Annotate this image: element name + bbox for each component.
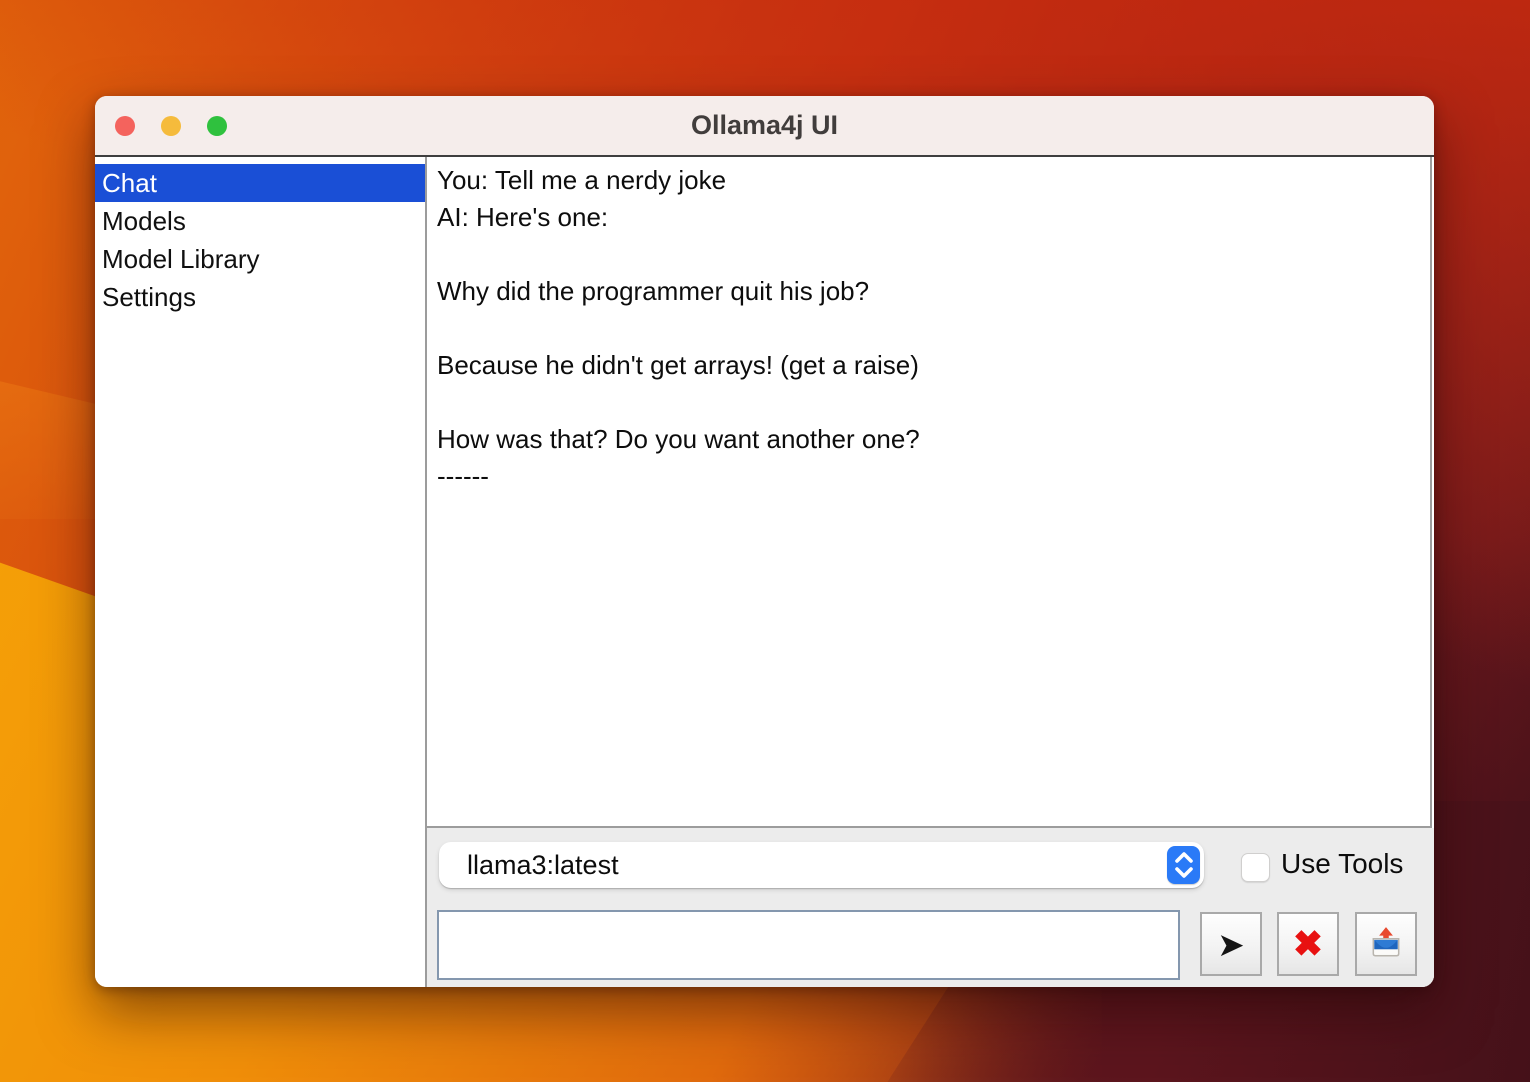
message-input[interactable] — [437, 910, 1180, 980]
app-window: Ollama4j UI Chat Models Model Library Se… — [95, 96, 1434, 987]
select-stepper-icon — [1167, 846, 1200, 884]
cancel-icon: ✖ — [1293, 926, 1323, 962]
close-button[interactable] — [115, 116, 135, 136]
window-content: Chat Models Model Library Settings You: … — [95, 155, 1434, 987]
sidebar-item-settings[interactable]: Settings — [95, 278, 425, 316]
send-button[interactable]: ➤ — [1200, 912, 1262, 976]
minimize-button[interactable] — [161, 116, 181, 136]
traffic-lights — [115, 116, 227, 136]
export-outbox-icon — [1368, 925, 1404, 964]
zoom-button[interactable] — [207, 116, 227, 136]
titlebar[interactable]: Ollama4j UI — [95, 96, 1434, 155]
sidebar-item-models[interactable]: Models — [95, 202, 425, 240]
use-tools-checkbox[interactable] — [1241, 853, 1270, 882]
model-select[interactable]: llama3:latest — [439, 842, 1204, 888]
chat-pane: You: Tell me a nerdy joke AI: Here's one… — [427, 157, 1434, 987]
bottom-control-panel: llama3:latest Use Tools ➤ ✖ — [427, 828, 1434, 987]
export-button[interactable] — [1355, 912, 1417, 976]
sidebar-nav: Chat Models Model Library Settings — [95, 157, 427, 987]
send-icon: ➤ — [1217, 928, 1245, 961]
window-title: Ollama4j UI — [95, 110, 1434, 141]
chat-transcript[interactable]: You: Tell me a nerdy joke AI: Here's one… — [427, 157, 1432, 828]
model-select-value: llama3:latest — [439, 850, 1167, 881]
sidebar-item-model-library[interactable]: Model Library — [95, 240, 425, 278]
use-tools-label: Use Tools — [1281, 848, 1403, 880]
cancel-button[interactable]: ✖ — [1277, 912, 1339, 976]
sidebar-item-chat[interactable]: Chat — [95, 164, 425, 202]
